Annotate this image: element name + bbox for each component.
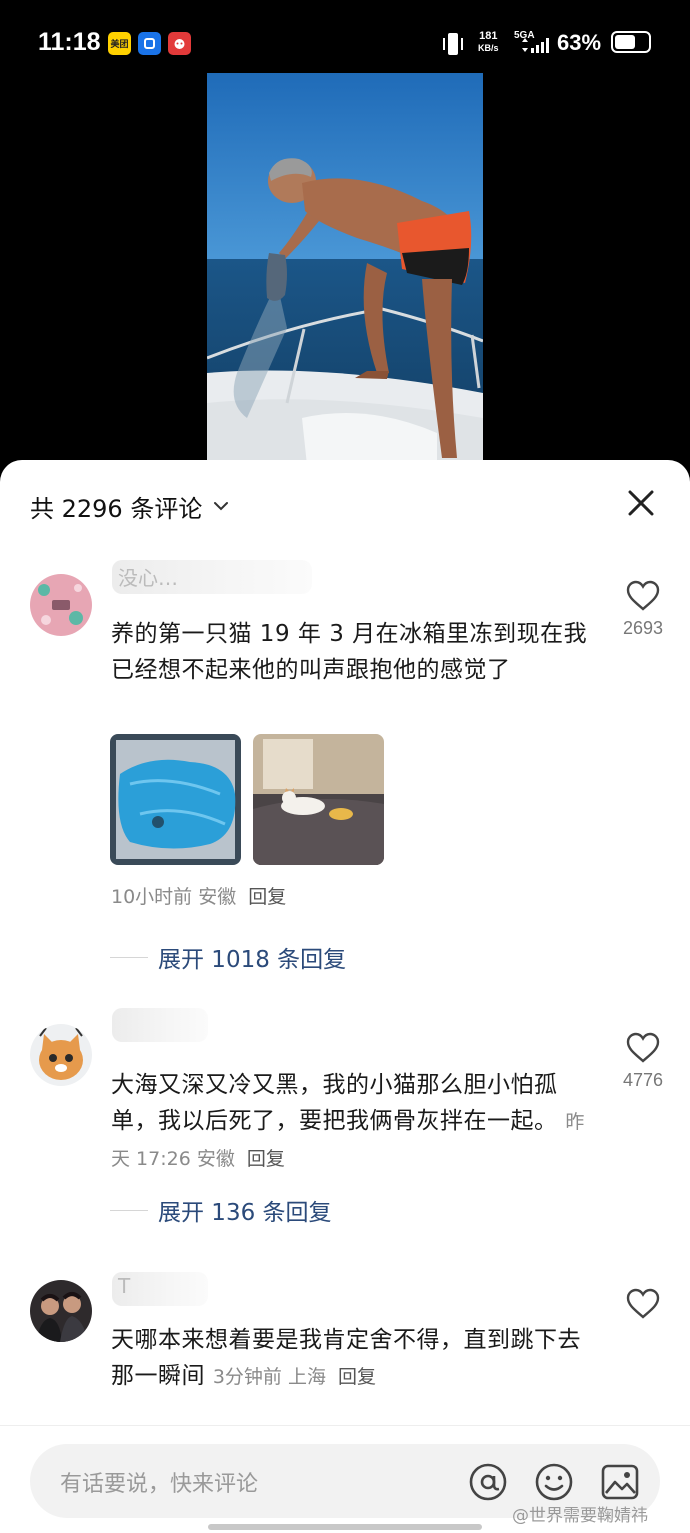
comment-time: 10小时前 — [111, 886, 193, 908]
video-frame-image — [207, 73, 483, 473]
reply-button[interactable]: 回复 — [338, 1366, 376, 1388]
meituan-app-icon: 美团 — [108, 32, 131, 55]
battery-fill — [615, 35, 636, 49]
net-speed-unit: KB/s — [478, 43, 499, 53]
battery-icon — [611, 31, 651, 53]
vibrate-icon — [443, 33, 463, 55]
like-count: 4776 — [622, 1070, 664, 1090]
comment-input-placeholder: 有话要说，快来评论 — [60, 1472, 259, 1497]
comment-location: 上海 — [287, 1366, 326, 1388]
image-icon[interactable] — [600, 1462, 640, 1502]
divider — [110, 1209, 148, 1211]
avatar[interactable] — [30, 1024, 92, 1086]
chevron-down-icon — [214, 502, 229, 511]
watermark: @世界需要鞠婧祎 — [512, 1506, 648, 1526]
battery-percent: 63% — [557, 30, 602, 55]
divider — [110, 956, 148, 958]
close-icon[interactable] — [622, 484, 660, 522]
home-indicator[interactable] — [208, 1524, 482, 1530]
like-button[interactable] — [612, 1288, 674, 1326]
expand-replies-label: 展开 136 条回复 — [158, 1200, 332, 1226]
username[interactable]: T — [112, 1272, 208, 1306]
avatar[interactable] — [30, 574, 92, 636]
heart-icon — [626, 1288, 660, 1319]
username[interactable]: 没心… — [112, 560, 312, 594]
comment-text: 天哪本来想着要是我肯定舍不得，直到跳下去那一瞬间 3分钟前 上海 回复 — [111, 1322, 591, 1395]
red-app-icon — [168, 32, 191, 55]
net-speed: 181 KB/s — [478, 30, 499, 54]
comment-text: 养的第一只猫 19 年 3 月在冰箱里冻到现在我已经想不起来他的叫声跟抱他的感觉… — [111, 616, 591, 688]
comment-meta: 10小时前 安徽 回复 — [111, 879, 591, 915]
expand-replies-label: 展开 1018 条回复 — [158, 947, 347, 973]
username[interactable] — [112, 1008, 208, 1042]
heart-icon — [626, 1032, 660, 1063]
reply-button[interactable]: 回复 — [247, 1148, 285, 1170]
comment-body: 大海又深又冷又黑，我的小猫那么胆小怕孤单，我以后死了，要把我俩骨灰拌在一起。 — [111, 1072, 558, 1134]
comment-sheet: 共 2296 条评论 没心… 2693 养的第一只猫 19 年 3 月在冰箱里冻… — [0, 460, 690, 1533]
comment-location: 安徽 — [198, 886, 237, 908]
signal-icon — [522, 38, 549, 53]
net-speed-value: 181 — [479, 30, 498, 42]
like-button[interactable]: 4776 — [612, 1032, 674, 1091]
comment-images — [110, 734, 384, 865]
blue-app-icon — [138, 32, 161, 55]
comment-time: 3分钟前 — [212, 1366, 282, 1388]
emoji-icon[interactable] — [534, 1462, 574, 1502]
comment-sort-dropdown[interactable]: 共 2296 条评论 — [30, 486, 230, 526]
comment-count-title: 共 2296 条评论 — [30, 494, 203, 523]
comment-meta: 3分钟前 上海 回复 — [213, 1366, 376, 1388]
mention-icon[interactable] — [468, 1462, 508, 1502]
video-player[interactable] — [207, 73, 483, 473]
reply-button[interactable]: 回复 — [248, 886, 286, 908]
heart-icon — [626, 580, 660, 611]
avatar[interactable] — [30, 1280, 92, 1342]
status-time: 11:18 — [38, 28, 101, 56]
comment-image-freezer[interactable] — [110, 734, 241, 865]
like-button[interactable]: 2693 — [612, 580, 674, 639]
comment-image-cat[interactable] — [253, 734, 384, 865]
comment-text: 大海又深又冷又黑，我的小猫那么胆小怕孤单，我以后死了，要把我俩骨灰拌在一起。 昨… — [111, 1067, 591, 1177]
expand-replies-button[interactable]: 展开 1018 条回复 — [110, 940, 346, 974]
like-count: 2693 — [622, 618, 664, 638]
comment-body: 养的第一只猫 19 年 3 月在冰箱里冻到现在我已经想不起来他的叫声跟抱他的感觉… — [111, 621, 588, 683]
expand-replies-button[interactable]: 展开 136 条回复 — [110, 1193, 332, 1227]
comment-location: 安徽 — [196, 1148, 235, 1170]
